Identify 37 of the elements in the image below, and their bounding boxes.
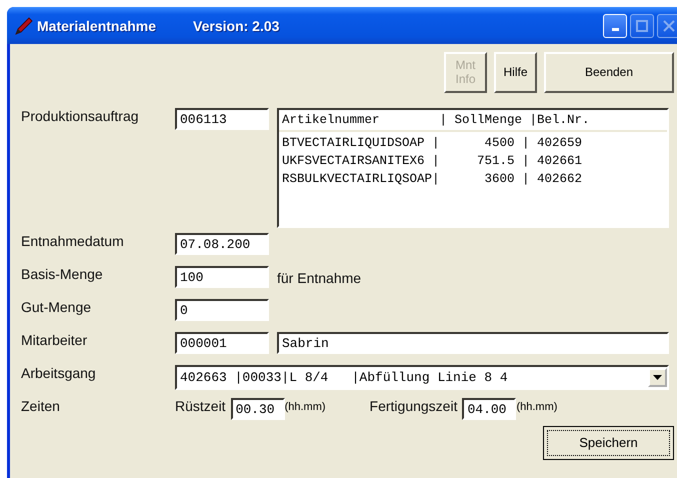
field-label: Basis-Menge xyxy=(21,266,104,284)
minimize-icon xyxy=(612,28,618,31)
input-field[interactable]: 00.30 xyxy=(230,398,285,420)
window-title: Materialentnahme xyxy=(37,18,156,34)
field-label: Mitarbeiter xyxy=(21,332,88,350)
pen-icon xyxy=(13,16,33,36)
input-field[interactable]: 0 xyxy=(175,299,269,321)
field-label: Rüstzeit xyxy=(175,398,226,414)
input-field[interactable]: Sabrin xyxy=(277,332,669,354)
minimize-button[interactable] xyxy=(603,14,627,38)
version-label: Version: 2.03 xyxy=(193,18,280,34)
field-label: Produktionsauftrag xyxy=(21,108,140,126)
list-header: Artikelnummer | SollMenge |Bel.Nr. xyxy=(279,110,667,132)
toolbar-button[interactable]: Beenden xyxy=(544,52,674,93)
list-item[interactable]: BTVECTAIRLIQUIDSOAP | 4500 | 402659 xyxy=(282,134,664,152)
unit-label: (hh.mm) xyxy=(516,401,558,413)
field-label: Zeiten xyxy=(21,398,61,416)
close-icon xyxy=(662,18,676,32)
field-label: Fertigungszeit xyxy=(370,398,458,414)
input-field[interactable]: 07.08.200 xyxy=(175,233,269,255)
dropdown-field[interactable]: 402663 |00033|L 8/4 |Abfüllung Linie 8 4 xyxy=(175,365,669,390)
field-label: Entnahmedatum xyxy=(21,233,125,251)
toolbar-button[interactable]: Hilfe xyxy=(494,52,537,93)
input-field[interactable]: 006113 xyxy=(175,108,269,130)
list-item[interactable]: RSBULKVECTAIRLIQSOAP| 3600 | 402662 xyxy=(282,170,664,188)
input-field[interactable]: 100 xyxy=(175,266,269,288)
input-field[interactable]: 04.00 xyxy=(462,398,516,420)
maximize-icon xyxy=(635,18,649,32)
caret-icon xyxy=(653,375,662,380)
list-item[interactable]: UKFSVECTAIRSANITEX6 | 751.5 | 402661 xyxy=(282,152,664,170)
list-box[interactable]: Artikelnummer | SollMenge |Bel.Nr. BTVECTAIRLIQUIDSOAP | 4500 | 402659 UKFSVECTAIRSANITEX6 | 751.5 | 402661 RSBULKVECTAIRLIQSOAP| 3600 | 402662 xyxy=(277,108,669,228)
field-label: Arbeitsgang xyxy=(21,365,97,383)
input-field[interactable]: 000001 xyxy=(175,332,269,354)
unit-label: (hh.mm) xyxy=(284,401,326,413)
field-note: für Entnahme xyxy=(277,269,362,288)
field-label: Gut-Menge xyxy=(21,299,92,317)
save-button[interactable]: Speichern xyxy=(543,426,674,460)
